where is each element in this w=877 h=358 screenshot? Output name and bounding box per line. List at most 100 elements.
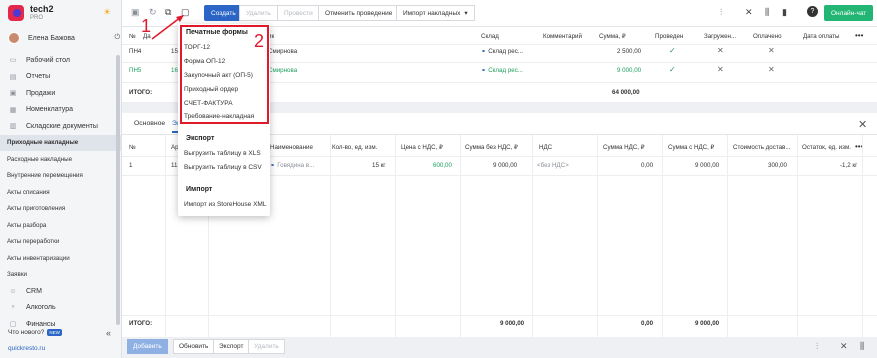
item-rest[interactable]: -1,2 кг: [840, 162, 857, 169]
row2-warehouse[interactable]: ⚭ Склад рес...: [481, 67, 523, 74]
not-uploaded-icon: ✕: [717, 46, 724, 55]
col-header-num[interactable]: №: [129, 144, 136, 151]
col-header-num[interactable]: №: [129, 33, 136, 40]
item-name[interactable]: ⚭ Говядина в...: [270, 162, 314, 169]
item-vat-sum[interactable]: 0,00: [641, 162, 653, 169]
site-link[interactable]: quickresto.ru: [8, 345, 45, 352]
item-vat[interactable]: <без НДС>: [537, 162, 569, 169]
item-qty[interactable]: 15 кг: [372, 162, 386, 169]
user-profile[interactable]: Елена Бажова ⏻: [8, 32, 120, 44]
col-header-uploaded[interactable]: Загружен...: [704, 33, 736, 40]
col-header-sum-vat[interactable]: Сумма с НДС, ₽: [668, 144, 714, 151]
col-header-name[interactable]: Наименование: [270, 144, 313, 151]
create-button[interactable]: Создать: [204, 5, 243, 21]
tab-main[interactable]: Основное: [134, 120, 165, 127]
col-header-sum[interactable]: Сумма, ₽: [599, 33, 626, 40]
tools-icon[interactable]: ✕: [745, 7, 753, 18]
item-price[interactable]: 600,00: [433, 162, 452, 169]
trash-icon[interactable]: ▮: [782, 7, 787, 18]
nav-item-crm[interactable]: ☺ CRM: [0, 283, 121, 300]
nav-label: Номенклатура: [26, 106, 73, 114]
subnav-inventory-acts[interactable]: Акты инвентаризации: [0, 250, 121, 267]
total-sum-vat: 9 000,00: [695, 320, 720, 327]
row1-num[interactable]: ПН4: [129, 48, 141, 55]
col-header-comment[interactable]: Комментарий: [543, 33, 582, 40]
subnav-writeoff-acts[interactable]: Акты списания: [0, 184, 121, 201]
subnav-incoming-invoices[interactable]: Приходные накладные: [0, 134, 121, 151]
col-header-qty[interactable]: Кол-во, ед. изм.: [332, 144, 377, 151]
menu-item-import-storehouse[interactable]: Импорт из StoreHouse XML: [184, 201, 266, 208]
menu-item-export-xls[interactable]: Выгрузить таблицу в XLS: [184, 150, 261, 157]
row2-date[interactable]: 16: [171, 67, 178, 74]
more-icon[interactable]: •••: [855, 31, 863, 40]
col-header-payment-date[interactable]: Дата оплаты: [803, 33, 839, 40]
col-header-posted[interactable]: Проведен: [655, 33, 683, 40]
power-icon[interactable]: ⏻: [114, 34, 120, 42]
subnav-outgoing-invoices[interactable]: Расходные накладные: [0, 151, 121, 168]
online-chat-button[interactable]: Онлайн-чат: [824, 5, 874, 21]
col-header-paid[interactable]: Оплачено: [753, 33, 782, 40]
warehouse-docs-icon: ▥: [9, 123, 17, 131]
unpost-button[interactable]: Отменить проведение: [318, 5, 400, 21]
collapse-sidebar-icon[interactable]: «: [106, 328, 111, 338]
tools-icon[interactable]: ✕: [840, 341, 848, 352]
not-paid-icon: ✕: [768, 65, 775, 74]
row1-date[interactable]: 15: [171, 48, 178, 55]
item-sum-vat[interactable]: 9 000,00: [695, 162, 719, 169]
close-icon[interactable]: ✕: [858, 118, 867, 131]
save-icon[interactable]: ▣: [131, 7, 140, 18]
columns-icon[interactable]: ⫼: [860, 341, 864, 352]
nav-item-warehouse-docs[interactable]: ▥ Складские документы: [0, 118, 121, 135]
col-header-delivery[interactable]: Стоимость достав...: [733, 144, 791, 151]
refresh-button[interactable]: Обновить: [173, 339, 215, 354]
item-num[interactable]: 1: [129, 162, 132, 169]
row2-supplier[interactable]: Смирнова: [268, 67, 297, 74]
row1-warehouse[interactable]: ⚭ Склад рес...: [481, 48, 523, 55]
nav-item-alcohol[interactable]: ♆ Алкоголь: [0, 300, 121, 317]
sales-icon: ▣: [9, 90, 17, 98]
filter-settings-icon[interactable]: ⫶: [816, 341, 818, 352]
import-invoices-button[interactable]: Импорт накладных ▾: [396, 5, 475, 21]
col-header-price[interactable]: Цена с НДС, ₽: [401, 144, 443, 151]
col-header-vat[interactable]: НДС: [539, 144, 552, 151]
menu-item-export-csv[interactable]: Выгрузить таблицу в CSV: [184, 164, 262, 171]
toolbar: ▣ ↻ ⧉ ▢ Создать Удалить Провести Отменит…: [122, 0, 877, 27]
nav-label: Алкоголь: [26, 304, 56, 312]
col-header-rest[interactable]: Остаток, ед. изм.: [802, 144, 851, 151]
nav-label: CRM: [26, 287, 42, 295]
brand[interactable]: tech2 PRO: [8, 4, 54, 22]
post-button[interactable]: Провести: [277, 5, 320, 21]
sidebar-scrollbar[interactable]: [116, 55, 120, 325]
item-delivery[interactable]: 300,00: [768, 162, 787, 169]
bottom-toolbar: Добавить Обновить Экспорт Удалить ⫶ ✕ ⫼: [122, 337, 877, 358]
subnav-requests[interactable]: Заявки: [0, 267, 121, 284]
whats-new-link[interactable]: Что нового? NEW: [8, 329, 62, 336]
subnav-internal-transfers[interactable]: Внутренние перемещения: [0, 168, 121, 185]
columns-icon[interactable]: ⫼: [765, 7, 769, 18]
nav-item-nomenclature[interactable]: ▦ Номенклатура: [0, 102, 121, 119]
nav-item-desktop[interactable]: ▭ Рабочий стол: [0, 52, 121, 69]
delete-button[interactable]: Удалить: [239, 5, 278, 21]
col-header-sum-no-vat[interactable]: Сумма без НДС, ₽: [465, 144, 518, 151]
delete-item-button[interactable]: Удалить: [248, 339, 285, 354]
subnav-disassembly-acts[interactable]: Акты разбора: [0, 217, 121, 234]
export-button[interactable]: Экспорт: [213, 339, 250, 354]
subnav-processing-acts[interactable]: Акты переработки: [0, 234, 121, 251]
row1-supplier[interactable]: Смирнова: [268, 48, 297, 55]
row1-sum[interactable]: 2 500,00: [617, 48, 641, 55]
add-button[interactable]: Добавить: [127, 339, 168, 354]
sidebar: tech2 PRO ☀ Елена Бажова ⏻ ▭ Рабочий стол…: [0, 0, 122, 358]
help-icon[interactable]: ?: [807, 6, 818, 17]
item-sum-no-vat[interactable]: 9 000,00: [493, 162, 517, 169]
filter-settings-icon[interactable]: ⫶: [720, 7, 722, 18]
theme-sun-icon[interactable]: ☀: [103, 7, 111, 18]
col-header-warehouse[interactable]: Склад: [481, 33, 499, 40]
nav-item-sales[interactable]: ▣ Продажи: [0, 85, 121, 102]
nav-item-reports[interactable]: ▤ Отчеты: [0, 69, 121, 86]
item-article[interactable]: 11: [171, 162, 177, 169]
col-header-vat-sum[interactable]: Сумма НДС, ₽: [603, 144, 645, 151]
row2-num[interactable]: ПН5: [129, 67, 141, 74]
subnav-cooking-acts[interactable]: Акты приготовления: [0, 201, 121, 218]
row2-sum[interactable]: 9 000,00: [617, 67, 641, 74]
col-divider: [862, 135, 863, 337]
